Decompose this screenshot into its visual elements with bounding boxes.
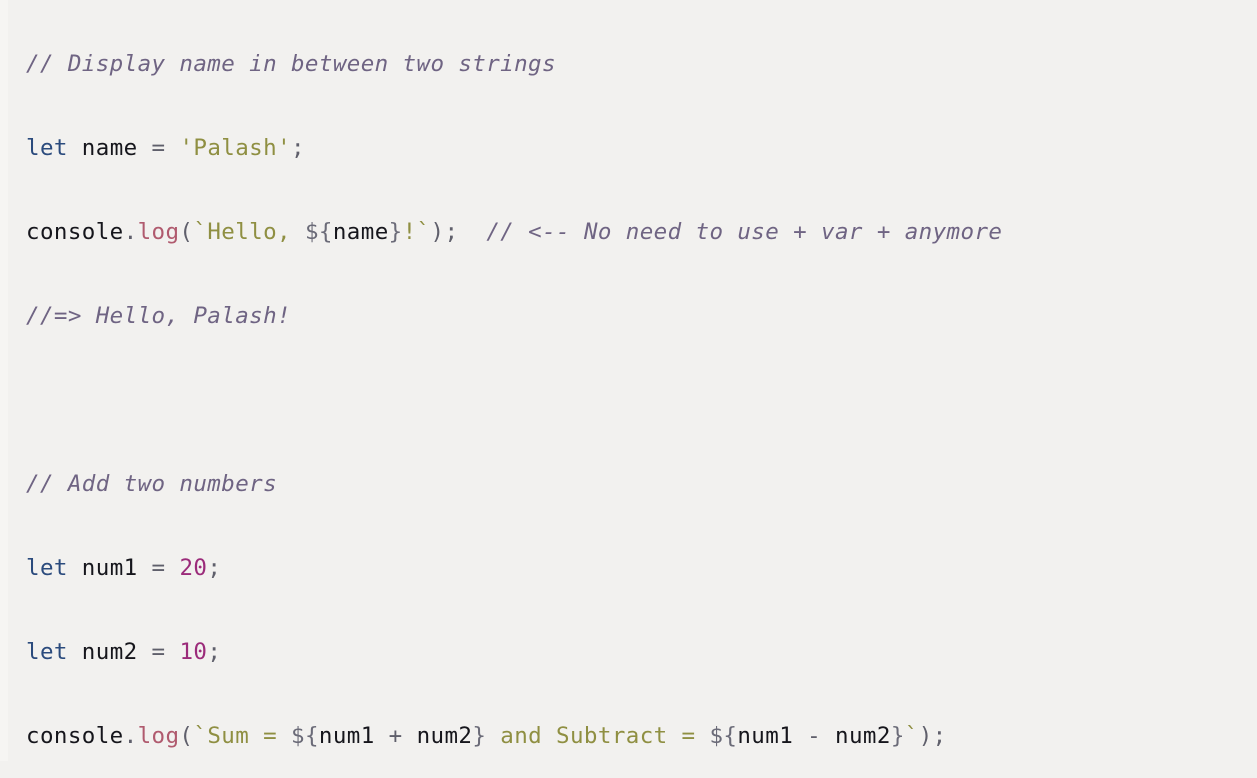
- code-token-punct: ;: [207, 555, 222, 581]
- code-line-blank[interactable]: [26, 358, 1257, 442]
- code-token-punct: .: [123, 723, 138, 749]
- code-token-keyword: let: [26, 639, 68, 665]
- code-token-interp: }: [388, 219, 403, 245]
- code-token-string: 'Palash': [179, 135, 292, 161]
- code-line[interactable]: //=> Hello, Palash!: [26, 274, 1257, 358]
- code-token-keyword: let: [26, 555, 68, 581]
- code-token-ident: num2: [416, 723, 473, 749]
- code-token-comment: // Add two numbers: [26, 471, 278, 497]
- code-editor-content[interactable]: // Display name in between two strings le…: [26, 0, 1257, 778]
- code-token-ident: num1: [318, 723, 375, 749]
- code-token-ident: num1: [81, 555, 138, 581]
- code-token-punct: );: [918, 723, 947, 749]
- code-token-string: `Sum =: [193, 723, 291, 749]
- code-token-string: !`: [402, 219, 431, 245]
- code-snippet-canvas: // Display name in between two strings le…: [0, 0, 1257, 761]
- code-token-punct: (: [179, 723, 194, 749]
- code-token-string: `: [904, 723, 919, 749]
- code-token-number: 10: [179, 639, 208, 665]
- code-token-ident: name: [81, 135, 138, 161]
- code-token-ident: console: [26, 723, 124, 749]
- code-token-method: log: [137, 723, 180, 749]
- code-line[interactable]: let num1 = 20;: [26, 526, 1257, 610]
- code-line[interactable]: let num2 = 10;: [26, 610, 1257, 694]
- code-token-ident: num2: [835, 723, 891, 749]
- code-token-ident: num1: [737, 723, 794, 749]
- code-token-operator: -: [807, 723, 822, 749]
- code-token-ident: num2: [81, 639, 138, 665]
- code-token-interp: }: [472, 723, 487, 749]
- code-token-ident: name: [332, 219, 389, 245]
- code-line[interactable]: let name = 'Palash';: [26, 106, 1257, 190]
- code-token-method: log: [137, 219, 180, 245]
- code-token-operator: =: [151, 555, 166, 581]
- code-line[interactable]: // Display name in between two strings: [26, 22, 1257, 106]
- code-token-punct: (: [179, 219, 194, 245]
- code-token-operator: =: [151, 639, 166, 665]
- code-token-interp: ${: [291, 723, 319, 749]
- code-line[interactable]: console.log(`Sum = ${num1 + num2} and Su…: [26, 694, 1257, 778]
- code-token-ident: console: [26, 219, 124, 245]
- code-token-comment: // <-- No need to use + var + anymore: [486, 219, 1003, 245]
- code-token-interp: ${: [304, 219, 333, 245]
- code-token-comment: //=> Hello, Palash!: [26, 303, 291, 329]
- code-line[interactable]: console.log(`Hello, ${name}!`); // <-- N…: [26, 190, 1257, 274]
- code-line[interactable]: // Add two numbers: [26, 442, 1257, 526]
- code-token-string: and Subtract =: [486, 723, 710, 749]
- code-token-comment: // Display name in between two strings: [26, 51, 556, 77]
- code-token-interp: ${: [709, 723, 738, 749]
- code-token-interp: }: [890, 723, 905, 749]
- code-token-number: 20: [179, 555, 208, 581]
- code-token-punct: );: [430, 219, 459, 245]
- code-token-punct: ;: [207, 639, 222, 665]
- code-token-punct: ;: [291, 135, 305, 161]
- code-token-operator: +: [388, 723, 403, 749]
- code-token-string: `Hello,: [193, 219, 305, 245]
- code-token-punct: .: [123, 219, 138, 245]
- code-token-keyword: let: [26, 135, 68, 161]
- left-edge-gutter-strip: [0, 0, 8, 761]
- code-token-operator: =: [151, 135, 166, 161]
